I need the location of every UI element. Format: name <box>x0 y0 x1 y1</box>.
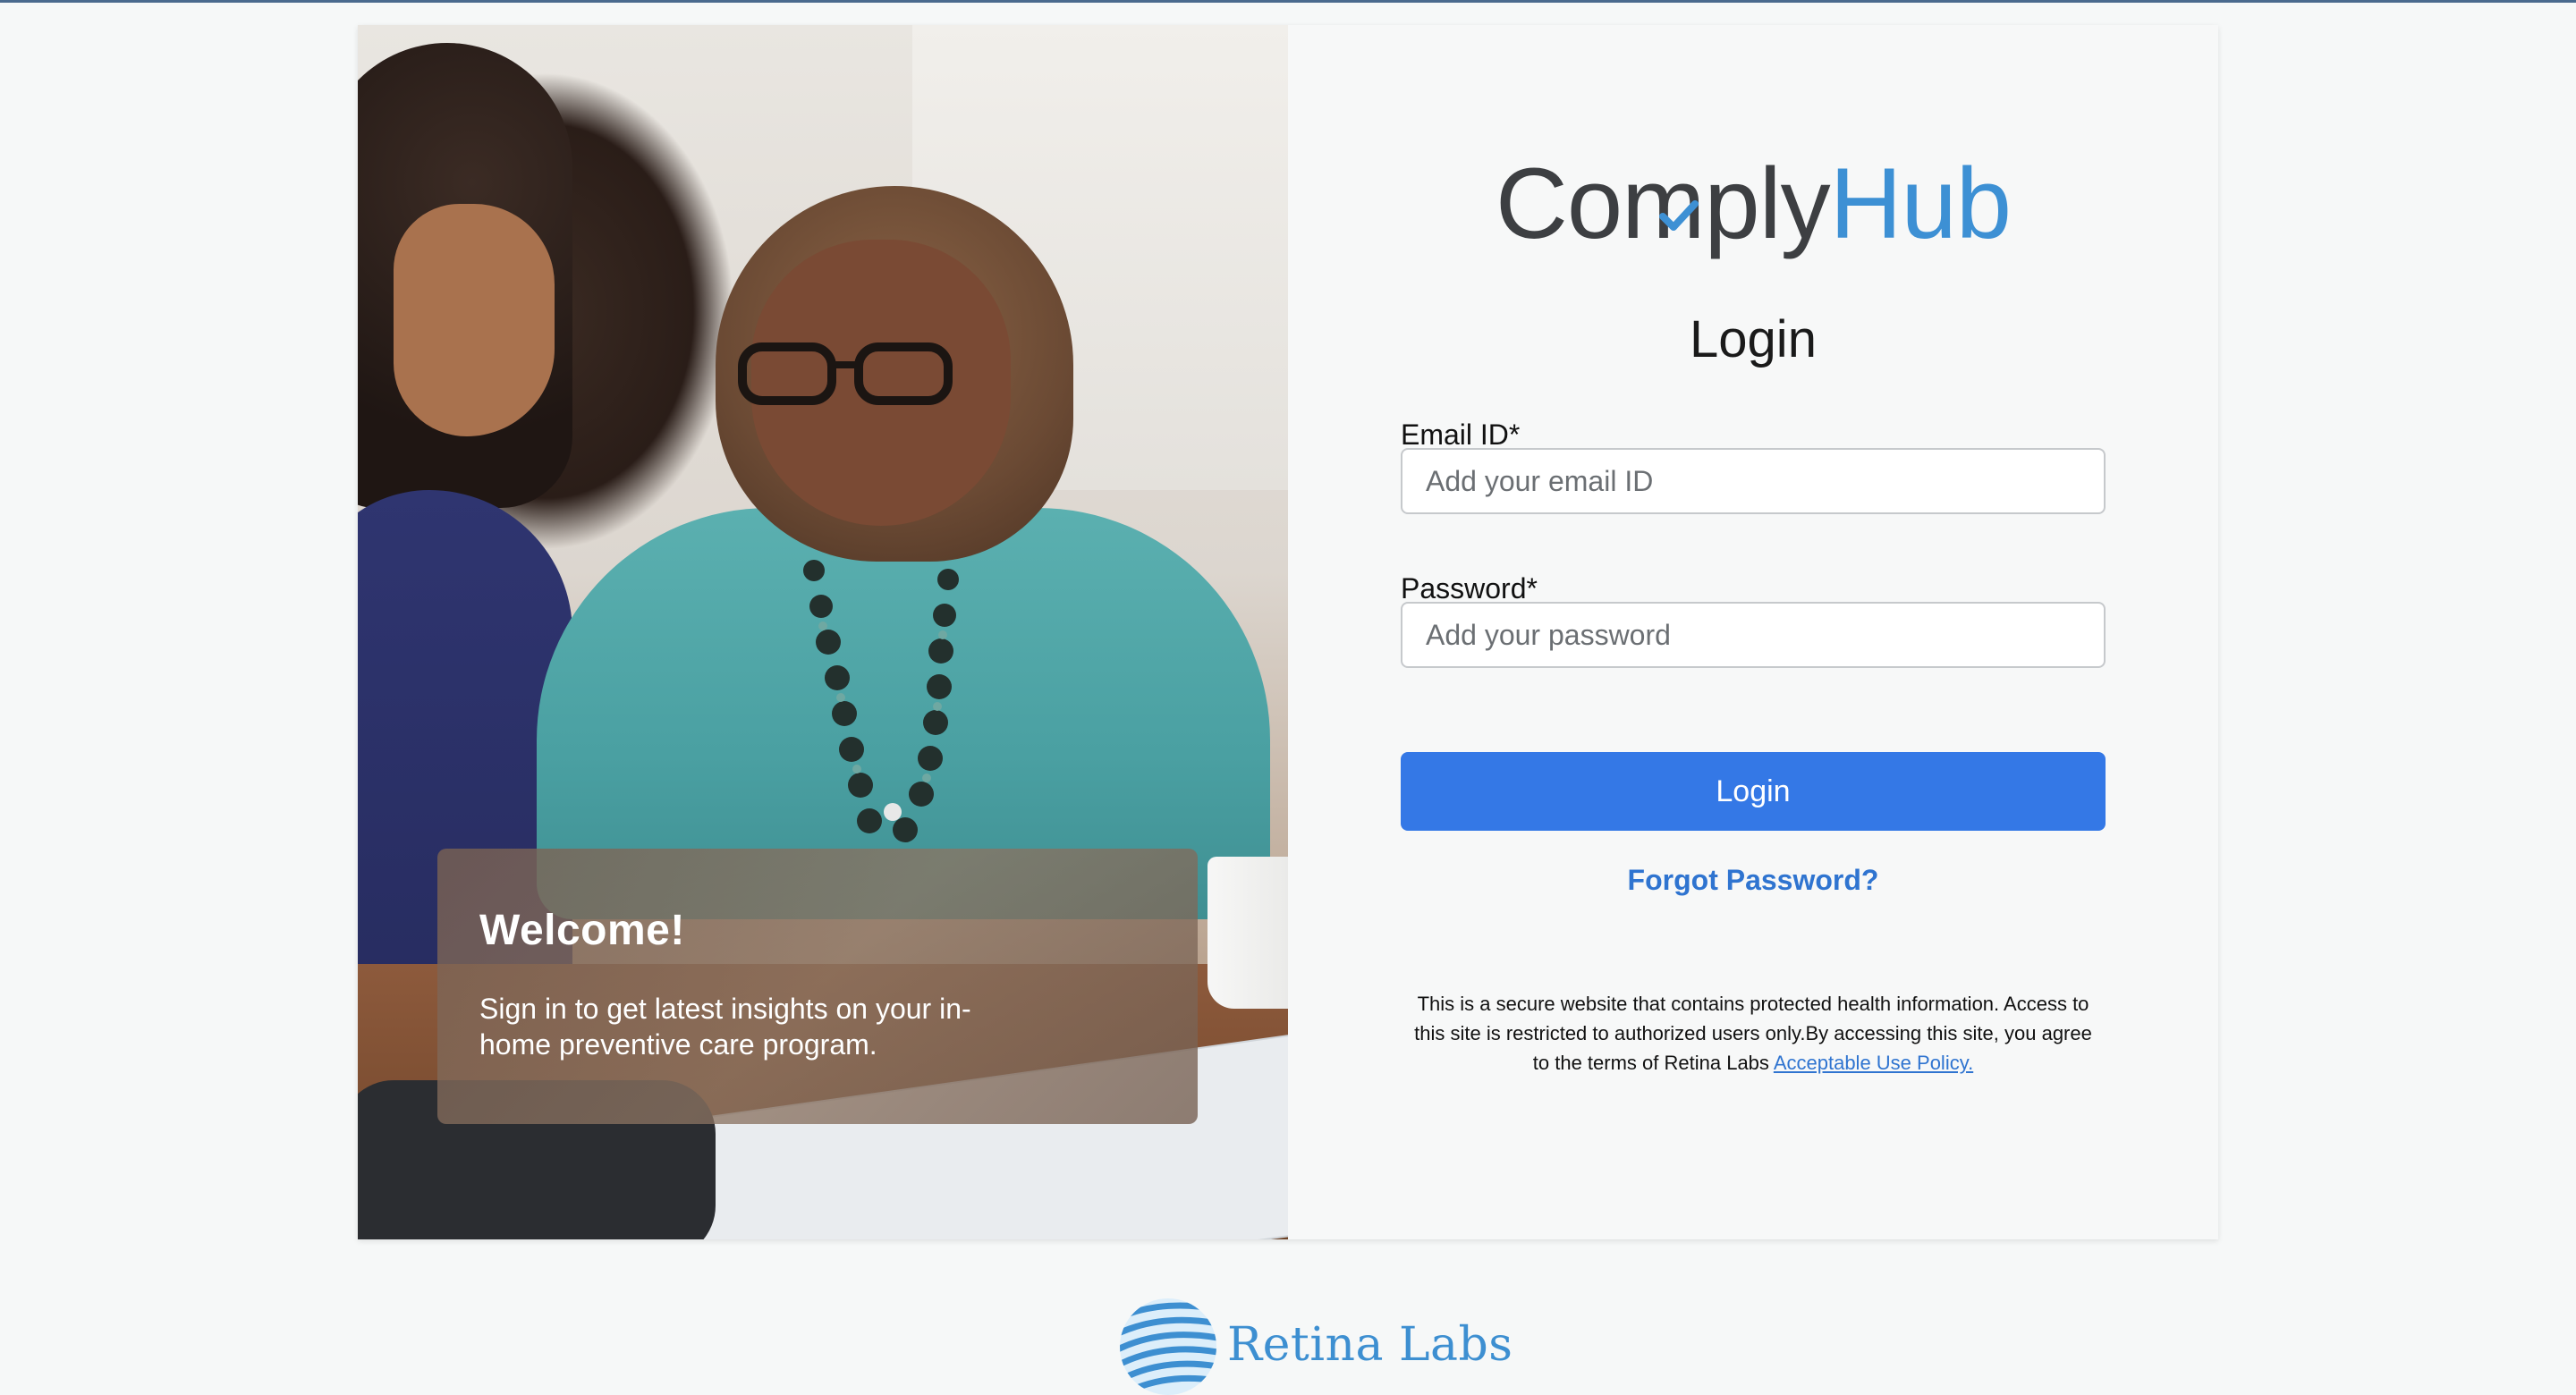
hero-image: Welcome! Sign in to get latest insights … <box>358 25 1288 1239</box>
acceptable-use-policy-link[interactable]: Acceptable Use Policy. <box>1774 1052 1973 1074</box>
globe-stripes-icon <box>1120 1298 1216 1395</box>
login-panel: ComplyHub Login Email ID* Password* Logi… <box>1288 25 2218 1239</box>
login-button[interactable]: Login <box>1401 752 2106 831</box>
security-notice: This is a secure website that contains p… <box>1404 989 2102 1078</box>
welcome-overlay: Welcome! Sign in to get latest insights … <box>437 849 1198 1124</box>
login-heading: Login <box>1690 310 1817 368</box>
login-card: Welcome! Sign in to get latest insights … <box>358 25 2218 1239</box>
security-notice-text: This is a secure website that contains p… <box>1414 993 2092 1074</box>
necklace-icon <box>803 560 959 842</box>
glasses-icon <box>738 342 953 405</box>
top-rule <box>0 0 2576 3</box>
mug <box>1208 857 1288 1009</box>
password-input[interactable] <box>1401 602 2106 668</box>
logo-hub: Hub <box>1829 148 2012 259</box>
password-label: Password* <box>1401 572 1538 604</box>
retina-labs-wordmark: Retina Labs <box>1227 1318 1513 1372</box>
email-input[interactable] <box>1401 448 2106 514</box>
welcome-title: Welcome! <box>479 907 685 954</box>
welcome-text: Sign in to get latest insights on your i… <box>479 993 971 1061</box>
retina-labs-logo: Retina Labs <box>1118 1295 1513 1395</box>
checkmark-icon <box>1659 200 1699 231</box>
email-label: Email ID* <box>1401 418 1521 451</box>
complyhub-logo: ComplyHub <box>1288 150 2218 258</box>
nurse-face <box>394 204 555 436</box>
forgot-password-link[interactable]: Forgot Password? <box>1288 864 2218 897</box>
